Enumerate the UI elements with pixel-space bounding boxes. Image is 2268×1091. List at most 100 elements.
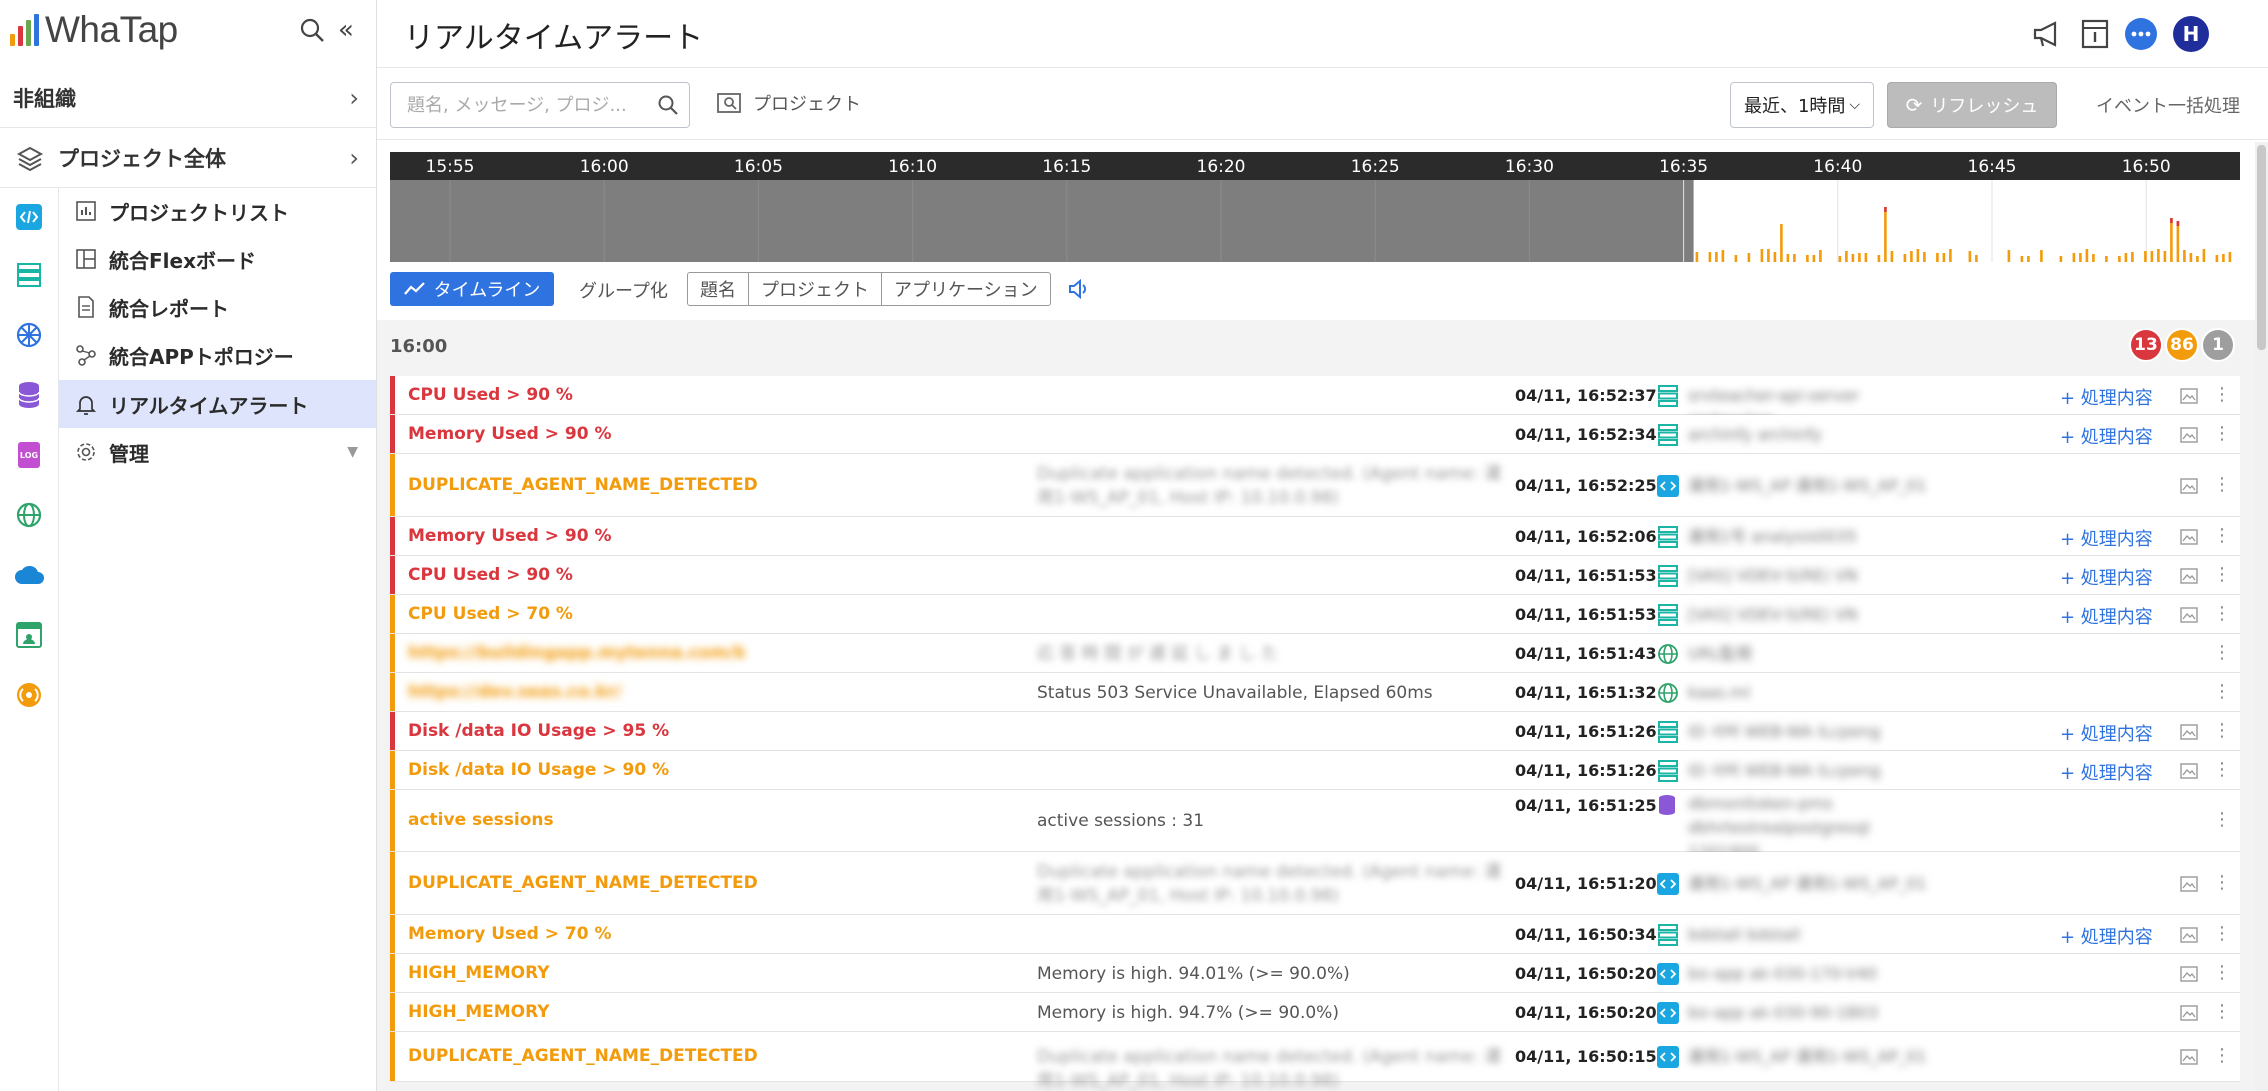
alert-source[interactable]: kaas.ml — [1688, 681, 1928, 705]
alert-source[interactable]: ID 서버 WEB-WA ILcpeng — [1688, 720, 1928, 744]
critical-count-badge[interactable]: 13 — [2129, 328, 2163, 362]
more-menu-icon[interactable]: ⋮ — [2213, 642, 2231, 663]
image-icon[interactable] — [2180, 723, 2198, 740]
alert-row[interactable]: active sessions active sessions : 31 04/11… — [390, 790, 2240, 861]
alert-row[interactable]: CPU Used > 90 % 04/11, 16:52:37 srvteacher… — [390, 376, 2240, 429]
alert-source[interactable]: ID 서버 WEB-WA ILcpeng — [1688, 759, 1928, 783]
image-icon[interactable] — [2180, 926, 2198, 943]
group-by-title-button[interactable]: 題名 — [688, 273, 749, 305]
alert-title[interactable]: https://buildingapp.mytenna.com/k — [408, 643, 746, 663]
more-menu-icon[interactable]: ⋮ — [2213, 525, 2231, 546]
whatap-logo[interactable]: WhaTap — [10, 8, 178, 52]
alert-row[interactable]: https://dev.seas.co.kr/Status 503 Servic… — [390, 673, 2240, 712]
menu-report[interactable]: 統合レポート — [59, 283, 376, 331]
more-menu-icon[interactable]: ⋮ — [2213, 872, 2231, 893]
browser-monitor-icon[interactable] — [14, 620, 44, 650]
add-handling-button[interactable]: + 処理内容 — [2060, 759, 2153, 785]
image-icon[interactable] — [2180, 567, 2198, 584]
more-menu-icon[interactable]: ⋮ — [2213, 923, 2231, 944]
globe-icon[interactable] — [14, 500, 44, 530]
image-icon[interactable] — [2180, 426, 2198, 443]
chat-icon[interactable] — [2123, 16, 2159, 52]
alert-title[interactable]: CPU Used > 70 % — [408, 604, 573, 624]
more-menu-icon[interactable]: ⋮ — [2213, 384, 2231, 405]
more-menu-icon[interactable]: ⋮ — [2213, 564, 2231, 585]
alert-title[interactable]: active sessions — [408, 810, 554, 830]
menu-admin[interactable]: 管理 ▼ — [59, 428, 376, 476]
alert-row[interactable]: Disk /data IO Usage > 95 % 04/11, 16:51:2… — [390, 712, 2240, 751]
menu-flex-board[interactable]: 統合Flexボード — [59, 235, 376, 283]
search-input[interactable] — [391, 83, 651, 127]
alert-source[interactable]: [VAS] VDEV-S(RE) VN — [1688, 603, 1928, 627]
alert-title[interactable]: DUPLICATE_AGENT_NAME_DETECTED — [408, 1046, 758, 1066]
code-icon[interactable] — [14, 202, 44, 232]
more-menu-icon[interactable]: ⋮ — [2213, 720, 2231, 741]
image-icon[interactable] — [2180, 762, 2198, 779]
menu-project-list[interactable]: プロジェクトリスト — [59, 187, 376, 235]
alert-timeline-chart[interactable]: 15:55 16:00 16:05 16:10 16:15 16:20 16:25 16:30… — [390, 152, 2240, 262]
alert-title[interactable]: Memory Used > 90 % — [408, 526, 612, 546]
more-menu-icon[interactable]: ⋮ — [2213, 809, 2231, 830]
project-scope-selector[interactable]: プロジェクト全体 › — [0, 128, 377, 188]
more-menu-icon[interactable]: ⋮ — [2213, 681, 2231, 702]
log-icon[interactable]: LOG — [14, 440, 44, 470]
add-handling-button[interactable]: + 処理内容 — [2060, 603, 2153, 629]
collapse-sidebar-icon[interactable]: « — [338, 16, 366, 44]
alert-source[interactable]: bo-app ak-030-90-1B03 — [1688, 1001, 1928, 1025]
image-icon[interactable] — [2180, 1004, 2198, 1021]
add-handling-button[interactable]: + 処理内容 — [2060, 384, 2153, 410]
alert-title[interactable]: HIGH_MEMORY — [408, 963, 550, 983]
alert-title[interactable]: Disk /data IO Usage > 90 % — [408, 760, 669, 780]
add-handling-button[interactable]: + 処理内容 — [2060, 923, 2153, 949]
more-menu-icon[interactable]: ⋮ — [2213, 1001, 2231, 1022]
server-icon[interactable] — [14, 260, 44, 290]
alert-row[interactable]: https://buildingapp.mytenna.com/k 応 答 時 間… — [390, 634, 2240, 673]
add-handling-button[interactable]: + 処理内容 — [2060, 423, 2153, 449]
announcement-icon[interactable] — [2029, 16, 2065, 52]
alert-row[interactable]: DUPLICATE_AGENT_NAME_DETECTED Duplicate a… — [390, 852, 2240, 915]
warning-count-badge[interactable]: 86 — [2165, 328, 2199, 362]
alert-title[interactable]: HIGH_MEMORY — [408, 1002, 550, 1022]
organization-selector[interactable]: 非組織 › — [0, 68, 377, 128]
broadcast-icon[interactable] — [14, 680, 44, 710]
more-menu-icon[interactable]: ⋮ — [2213, 759, 2231, 780]
menu-topology[interactable]: 統合APPトポロジー — [59, 331, 376, 379]
alert-title[interactable]: CPU Used > 90 % — [408, 565, 573, 585]
alert-row[interactable]: CPU Used > 70 % 04/11, 16:51:53 [VAS] VDEV… — [390, 595, 2240, 634]
alert-source[interactable]: [VAS] VDEV-S(RE) VN — [1688, 564, 1928, 588]
alert-title[interactable]: DUPLICATE_AGENT_NAME_DETECTED — [408, 873, 758, 893]
alert-title[interactable]: Disk /data IO Usage > 95 % — [408, 721, 669, 741]
image-icon[interactable] — [2180, 387, 2198, 404]
add-handling-button[interactable]: + 処理内容 — [2060, 720, 2153, 746]
bulk-event-process-button[interactable]: イベント一括処理 — [2096, 92, 2240, 118]
add-handling-button[interactable]: + 処理内容 — [2060, 564, 2153, 590]
alert-source[interactable]: URL監視 — [1688, 642, 1928, 666]
info-count-badge[interactable]: 1 — [2201, 328, 2235, 362]
alert-row[interactable]: Memory Used > 90 % 04/11, 16:52:34 archinf… — [390, 415, 2240, 454]
image-icon[interactable] — [2180, 477, 2198, 494]
sidebar-search-icon[interactable] — [298, 16, 326, 44]
alert-source[interactable]: bo-app ak-030-170-V40 — [1688, 962, 1928, 986]
menu-realtime-alert[interactable]: リアルタイムアラート — [59, 380, 376, 428]
alert-row[interactable]: DUPLICATE_AGENT_NAME_DETECTED Duplicate a… — [390, 454, 2240, 517]
group-by-project-button[interactable]: プロジェクト — [749, 273, 882, 305]
documentation-icon[interactable] — [2077, 16, 2113, 52]
more-menu-icon[interactable]: ⋮ — [2213, 962, 2231, 983]
alert-title[interactable]: CPU Used > 90 % — [408, 385, 573, 405]
alert-title[interactable]: DUPLICATE_AGENT_NAME_DETECTED — [408, 475, 758, 495]
cloud-icon[interactable] — [14, 560, 44, 590]
alert-row[interactable]: HIGH_MEMORY Memory is high. 94.01% (>= 90… — [390, 954, 2240, 993]
alert-row[interactable]: HIGH_MEMORY Memory is high. 94.7% (>= 90.… — [390, 993, 2240, 1032]
alert-source[interactable]: 運用1-WS_AP 運用1-WS_AP_01 — [1688, 1045, 1928, 1069]
image-icon[interactable] — [2180, 1049, 2198, 1065]
user-avatar[interactable]: H — [2173, 16, 2209, 52]
more-menu-icon[interactable]: ⋮ — [2213, 423, 2231, 444]
alert-title[interactable]: Memory Used > 70 % — [408, 924, 612, 944]
project-filter-button[interactable]: プロジェクト — [717, 90, 861, 116]
image-icon[interactable] — [2180, 528, 2198, 545]
alert-row[interactable]: CPU Used > 90 % 04/11, 16:51:53 [VAS] VDEV… — [390, 556, 2240, 595]
kubernetes-icon[interactable] — [14, 320, 44, 350]
alert-source[interactable]: 運用1号 analysis0035 — [1688, 525, 1928, 549]
period-select[interactable]: 最近、1時間 ⌵ — [1730, 82, 1874, 128]
alert-row[interactable]: Memory Used > 70 % 04/11, 16:50:34 bdstall… — [390, 915, 2240, 954]
